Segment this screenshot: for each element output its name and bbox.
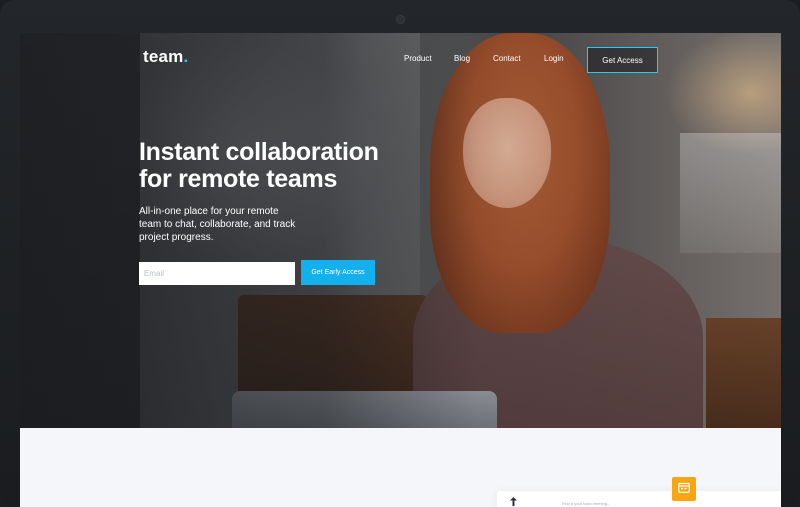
subtext-line-2: team to chat, collaborate, and track [139, 219, 296, 230]
brand-logo[interactable]: team. [143, 47, 188, 67]
nav-product[interactable]: Product [404, 54, 432, 63]
upload-icon[interactable] [510, 497, 517, 507]
brand-name: team [143, 47, 184, 66]
nav-contact[interactable]: Contact [493, 54, 521, 63]
calendar-button[interactable] [672, 477, 696, 501]
camera-icon [396, 15, 405, 24]
nav-login[interactable]: Login [544, 54, 564, 63]
brand-dot: . [183, 47, 189, 66]
subtext-line-3: project progress. [139, 232, 214, 243]
headline-line-2: for remote teams [139, 165, 338, 193]
get-access-button[interactable]: Get Access [587, 47, 658, 73]
nav-blog[interactable]: Blog [454, 54, 470, 63]
calendar-icon [678, 480, 690, 498]
subtext-line-1: All-in-one place for your remote [139, 206, 279, 217]
app-search-input[interactable]: Find a your topic meeting... [562, 501, 610, 506]
hero-section: team. Product Blog Contact Login Get Acc… [20, 33, 781, 428]
headline-line-1: Instant collaboration [139, 138, 379, 166]
laptop-frame: team. Product Blog Contact Login Get Acc… [0, 0, 800, 507]
email-input[interactable] [139, 262, 295, 285]
hero-subtext: All-in-one place for your remote team to… [139, 205, 309, 244]
app-preview-card: Find a your topic meeting... [497, 491, 781, 507]
hero-overlay [20, 33, 781, 428]
get-early-access-button[interactable]: Get Early Access [301, 260, 375, 285]
browser-viewport: team. Product Blog Contact Login Get Acc… [20, 33, 781, 507]
hero-headline: Instant collaboration for remote teams [139, 139, 399, 193]
